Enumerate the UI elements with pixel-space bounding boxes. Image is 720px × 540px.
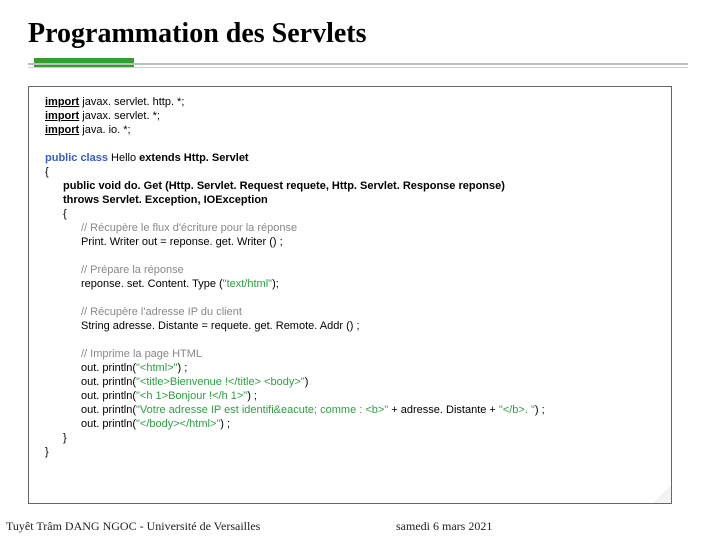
footer-date: samedi 6 mars 2021	[396, 519, 492, 534]
code-println-5: out. println("</body></html>") ;	[45, 417, 661, 431]
slide-container: Programmation des Servlets import javax.…	[0, 0, 720, 540]
code-println-1: out. println("<html>") ;	[45, 361, 661, 375]
footer-author: Tuyêt Trâm DANG NGOC - Université de Ver…	[6, 519, 260, 533]
code-comment-1: // Récupère le flux d'écriture pour la r…	[45, 221, 661, 235]
code-comment-3: // Récupère l'adresse IP du client	[45, 305, 661, 319]
divider-line	[28, 63, 688, 65]
code-comment-2: // Prépare la réponse	[45, 263, 661, 277]
page-fold-icon	[652, 484, 672, 504]
code-blank	[45, 333, 661, 347]
code-blank	[45, 137, 661, 151]
footer: Tuyêt Trâm DANG NGOC - Université de Ver…	[6, 519, 714, 534]
code-method-sig-1: public void do. Get (Http. Servlet. Requ…	[45, 179, 661, 193]
code-brace-open: {	[45, 165, 661, 179]
divider-line-thin	[28, 67, 688, 68]
code-blank	[45, 249, 661, 263]
code-import-3: import java. io. *;	[45, 123, 661, 137]
code-println-4: out. println("Votre adresse IP est ident…	[45, 403, 661, 417]
code-import-2: import javax. servlet. *;	[45, 109, 661, 123]
code-line-contenttype: reponse. set. Content. Type ("text/html"…	[45, 277, 661, 291]
code-panel: import javax. servlet. http. *; import j…	[28, 86, 672, 504]
code-comment-4: // Imprime la page HTML	[45, 347, 661, 361]
code-brace-open-2: {	[45, 207, 661, 221]
code-println-3: out. println("<h 1>Bonjour !</h 1>") ;	[45, 389, 661, 403]
code-println-2: out. println("<title>Bienvenue !</title>…	[45, 375, 661, 389]
code-import-1: import javax. servlet. http. *;	[45, 95, 661, 109]
code-line-remoteaddr: String adresse. Distante = requete. get.…	[45, 319, 661, 333]
code-method-sig-2: throws Servlet. Exception, IOException	[45, 193, 661, 207]
code-blank	[45, 291, 661, 305]
title-divider	[28, 58, 696, 72]
code-line-writer: Print. Writer out = reponse. get. Writer…	[45, 235, 661, 249]
code-brace-close-2: }	[45, 431, 661, 445]
code-class-decl: public class Hello extends Http. Servlet	[45, 151, 661, 165]
slide-title: Programmation des Servlets	[28, 18, 696, 50]
code-brace-close: }	[45, 445, 661, 459]
